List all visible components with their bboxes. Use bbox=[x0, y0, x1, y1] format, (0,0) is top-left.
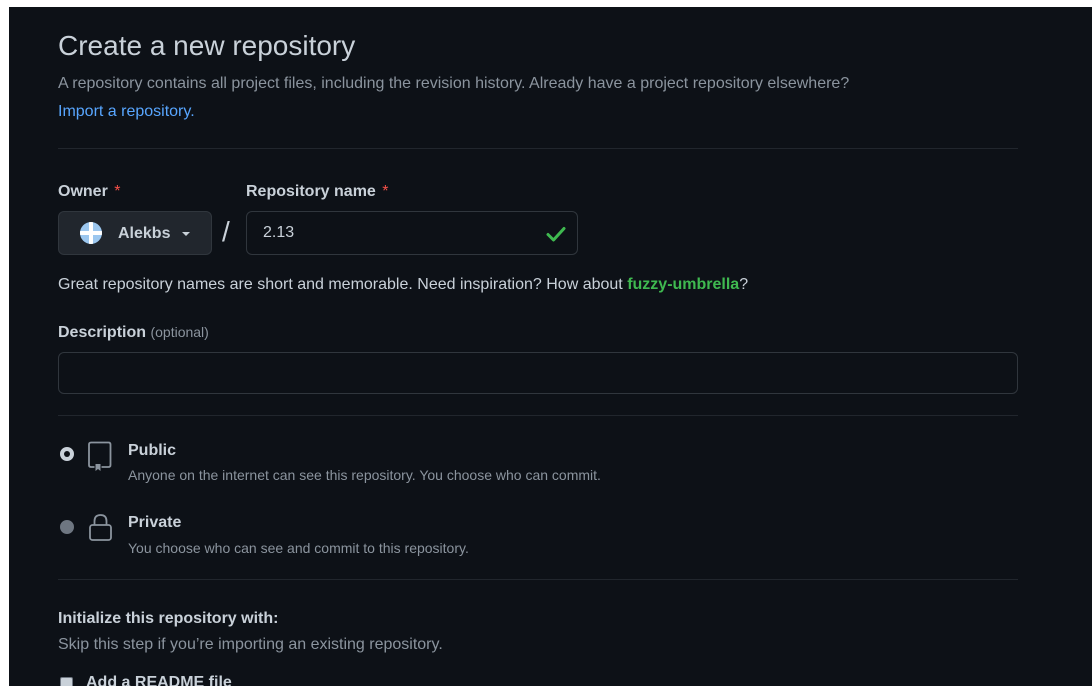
import-repository-link[interactable]: Import a repository. bbox=[58, 102, 195, 122]
app-window: Create a new repository A repository con… bbox=[9, 7, 1092, 686]
owner-name: Alekbs bbox=[118, 225, 171, 242]
avatar-icon bbox=[80, 222, 102, 244]
private-title: Private bbox=[128, 514, 182, 531]
required-mark: * bbox=[382, 183, 389, 200]
repository-name-field bbox=[246, 211, 578, 255]
name-suggestion-link[interactable]: fuzzy-umbrella bbox=[627, 276, 739, 293]
page-title: Create a new repository bbox=[58, 30, 356, 61]
caret-down-icon bbox=[182, 232, 190, 236]
description-label-text: Description bbox=[58, 324, 147, 341]
public-radio[interactable] bbox=[60, 447, 74, 461]
optional-note: (optional) bbox=[150, 324, 209, 340]
readme-label[interactable]: Add a README file bbox=[86, 673, 232, 686]
divider bbox=[58, 148, 1018, 149]
initialize-title: Initialize this repository with: bbox=[58, 610, 279, 627]
private-description: You choose who can see and commit to thi… bbox=[128, 540, 469, 556]
private-radio[interactable] bbox=[60, 520, 74, 534]
required-mark: * bbox=[114, 183, 121, 200]
owner-repo-separator: / bbox=[222, 216, 230, 247]
divider bbox=[58, 415, 1018, 416]
repo-icon bbox=[88, 441, 112, 471]
readme-checkbox[interactable] bbox=[60, 677, 73, 686]
check-icon bbox=[546, 227, 566, 242]
repository-name-input[interactable] bbox=[247, 212, 537, 254]
public-description: Anyone on the internet can see this repo… bbox=[128, 467, 601, 483]
page-subtitle: A repository contains all project files,… bbox=[58, 75, 850, 92]
repository-name-label: Repository name * bbox=[246, 182, 389, 202]
description-label: Description (optional) bbox=[58, 322, 209, 343]
repository-name-label-text: Repository name bbox=[246, 183, 376, 200]
lock-icon bbox=[89, 514, 112, 541]
owner-select-button[interactable]: Alekbs bbox=[58, 211, 212, 255]
owner-label-text: Owner bbox=[58, 183, 108, 200]
description-input[interactable] bbox=[58, 352, 1018, 394]
repository-name-hint: Great repository names are short and mem… bbox=[58, 275, 748, 295]
public-title: Public bbox=[128, 442, 177, 459]
initialize-subtitle: Skip this step if you’re importing an ex… bbox=[58, 636, 443, 653]
hint-end: ? bbox=[739, 276, 749, 293]
hint-text: Great repository names are short and mem… bbox=[58, 276, 628, 293]
owner-label: Owner * bbox=[58, 182, 120, 202]
divider bbox=[58, 579, 1018, 580]
